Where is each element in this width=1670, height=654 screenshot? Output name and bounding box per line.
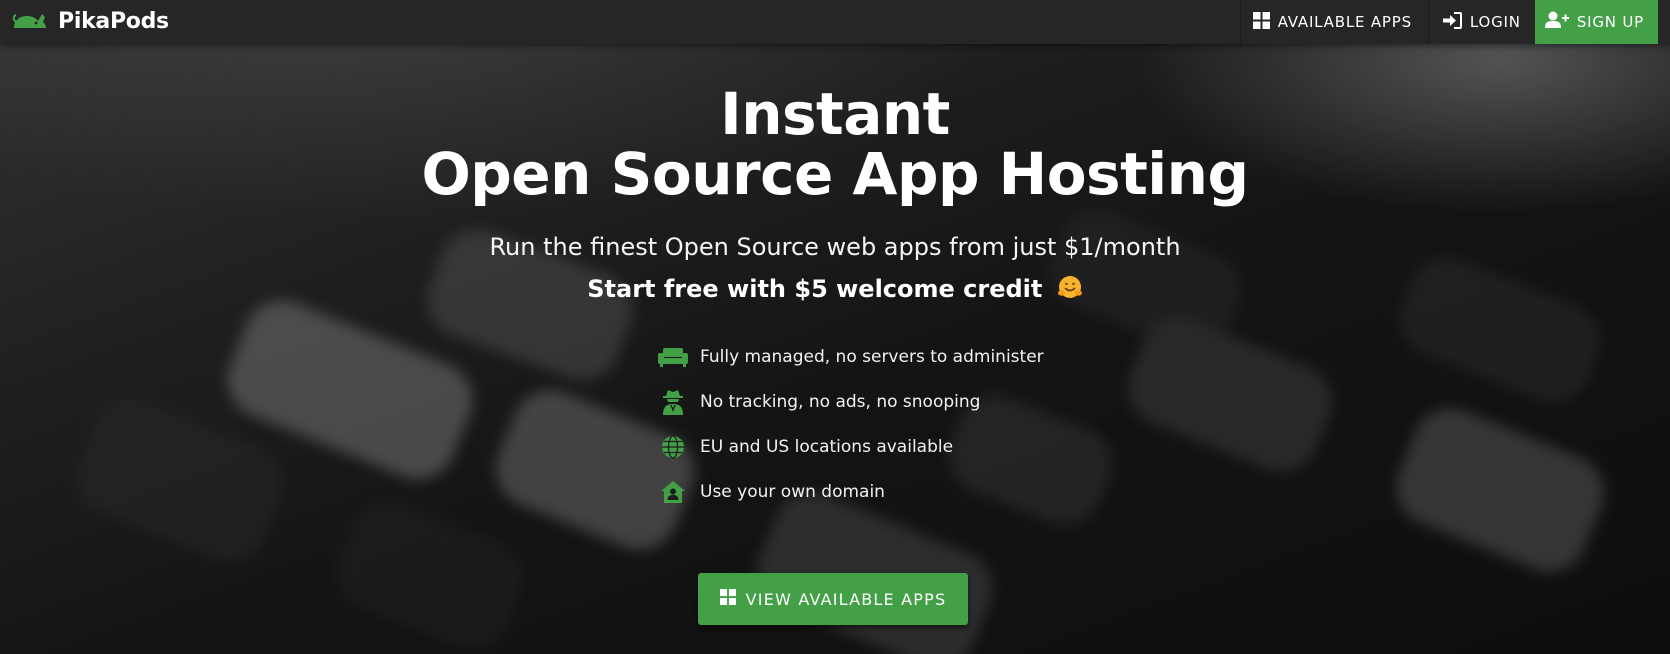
welcome-credit: Start free with $5 welcome credit <box>0 274 1670 307</box>
feature-text: Use your own domain <box>700 481 885 502</box>
hero-title-line1: Instant <box>720 80 950 148</box>
hero-subtitle: Run the finest Open Source web apps from… <box>489 233 1181 261</box>
house-user-icon <box>658 477 688 507</box>
feature-list: Fully managed, no servers to administer … <box>658 334 1178 514</box>
list-item: No tracking, no ads, no snooping <box>658 379 1178 424</box>
list-item: Use your own domain <box>658 469 1178 514</box>
login-button[interactable]: LOGIN <box>1427 0 1535 44</box>
welcome-credit-text: Start free with $5 welcome credit <box>587 275 1043 303</box>
pika-logo-icon <box>12 8 48 34</box>
page: PikaPods AVAILABLE APPS LOGIN SIGN UP In… <box>0 0 1670 654</box>
couch-icon <box>658 342 688 372</box>
list-item: EU and US locations available <box>658 424 1178 469</box>
signup-label: SIGN UP <box>1576 13 1644 31</box>
globe-icon <box>658 432 688 462</box>
available-apps-button[interactable]: AVAILABLE APPS <box>1239 0 1428 44</box>
signup-button[interactable]: SIGN UP <box>1534 0 1658 44</box>
feature-text: EU and US locations available <box>700 436 954 457</box>
hero-section: Instant Open Source App Hosting Run the … <box>0 44 1670 654</box>
login-label: LOGIN <box>1469 13 1521 31</box>
hero-title-line2: Open Source App Hosting <box>421 140 1249 208</box>
cta-label: VIEW AVAILABLE APPS <box>745 589 947 609</box>
windows-grid-icon <box>1252 11 1270 33</box>
user-secret-icon <box>658 387 688 417</box>
available-apps-label: AVAILABLE APPS <box>1277 13 1412 31</box>
sign-in-icon <box>1442 11 1462 33</box>
feature-text: No tracking, no ads, no snooping <box>700 391 981 412</box>
nav-actions: AVAILABLE APPS LOGIN SIGN UP <box>1239 0 1670 44</box>
list-item: Fully managed, no servers to administer <box>658 334 1178 379</box>
user-plus-icon <box>1544 11 1569 33</box>
top-navbar: PikaPods AVAILABLE APPS LOGIN SIGN UP <box>0 0 1670 44</box>
hero-title: Instant Open Source App Hosting <box>0 84 1670 204</box>
brand-name: PikaPods <box>58 8 169 34</box>
view-available-apps-button[interactable]: VIEW AVAILABLE APPS <box>698 573 968 625</box>
hugging-face-emoji <box>1057 274 1083 307</box>
brand-link[interactable]: PikaPods <box>12 0 169 42</box>
feature-text: Fully managed, no servers to administer <box>700 346 1044 367</box>
windows-grid-icon <box>719 589 736 609</box>
